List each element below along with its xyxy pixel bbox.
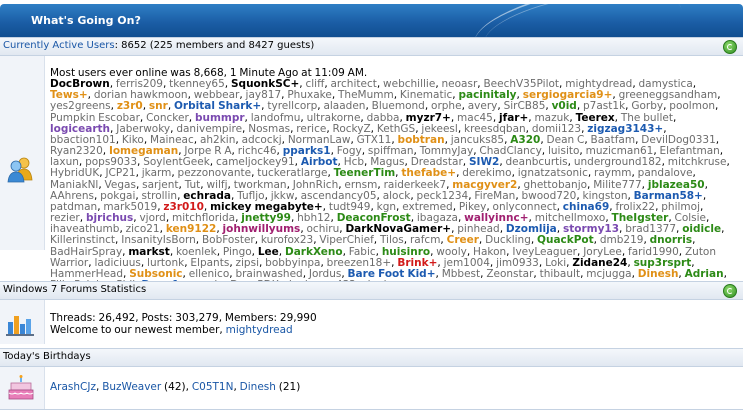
active-users-list: DocBrown, ferris209, tkenney65, SquonkSC… <box>50 79 737 291</box>
active-users-bar: Currently Active Users: 8652 (225 member… <box>0 37 743 56</box>
birthday-member-link[interactable]: BuzWeaver <box>102 381 161 393</box>
birthday-member-link[interactable]: Dinesh <box>240 381 276 393</box>
birthdays-icon-cell <box>0 367 45 409</box>
active-user-link[interactable]: Dinesh <box>638 268 679 280</box>
welcome-line: Welcome to our newest member, mightydrea… <box>50 324 737 336</box>
statistics-label: Windows 7 Forums Statistics <box>3 284 147 295</box>
newest-member-link[interactable]: mightydread <box>226 324 293 336</box>
birthday-cake-icon <box>8 375 34 400</box>
bottom-divider <box>0 409 743 410</box>
refresh-icon[interactable] <box>723 40 737 54</box>
statistics-bar: Windows 7 Forums Statistics <box>0 281 743 300</box>
refresh-icon[interactable] <box>723 284 737 298</box>
welcome-text: Welcome to our newest member, <box>50 324 226 336</box>
separator: , <box>723 267 727 280</box>
active-users-content: Most users ever online was 8,668, 1 Minu… <box>50 67 737 291</box>
active-user-link[interactable]: Adrian <box>685 268 724 280</box>
whats-going-on-header: What's Going On? <box>0 4 743 37</box>
header-title: What's Going On? <box>31 14 141 27</box>
birthdays-label: Today's Birthdays <box>3 351 91 362</box>
birthdays-content: ArashCJz, BuzWeaver (42), C05T1N, Dinesh… <box>50 381 737 393</box>
separator: , <box>721 223 725 236</box>
statistics-icon-cell <box>0 300 45 344</box>
statistics-content: Threads: 26,492, Posts: 303,279, Members… <box>50 312 737 336</box>
separator: , <box>672 111 677 124</box>
separator: , <box>715 100 719 113</box>
separator: , <box>702 189 707 202</box>
separator: , <box>726 156 730 169</box>
birthday-age: (21) <box>275 381 301 393</box>
active-users-label-wrap: Currently Active Users: 8652 (225 member… <box>3 40 314 51</box>
active-user-link[interactable]: Mbbest <box>442 268 480 280</box>
birthdays-bar: Today's Birthdays <box>0 348 743 367</box>
birthday-member-link[interactable]: ArashCJz <box>50 381 96 393</box>
active-user-link[interactable]: mcjugga <box>586 268 631 280</box>
active-users-counts: : 8652 (225 members and 8427 guests) <box>114 40 315 51</box>
users-online-icon <box>7 157 33 183</box>
birthday-member-link[interactable]: C05T1N <box>192 381 234 393</box>
active-users-icon-cell <box>0 56 45 250</box>
active-user-link[interactable]: Zeonstar <box>486 268 533 280</box>
birthday-list: ArashCJz, BuzWeaver (42), C05T1N, Dinesh… <box>50 381 737 393</box>
active-users-link[interactable]: Currently Active Users <box>3 40 115 51</box>
statistics-line: Threads: 26,492, Posts: 303,279, Members… <box>50 312 317 324</box>
active-user-link[interactable]: thibault <box>540 268 580 280</box>
birthday-age: (42) <box>161 381 186 393</box>
statistics-chart-icon <box>6 316 34 336</box>
